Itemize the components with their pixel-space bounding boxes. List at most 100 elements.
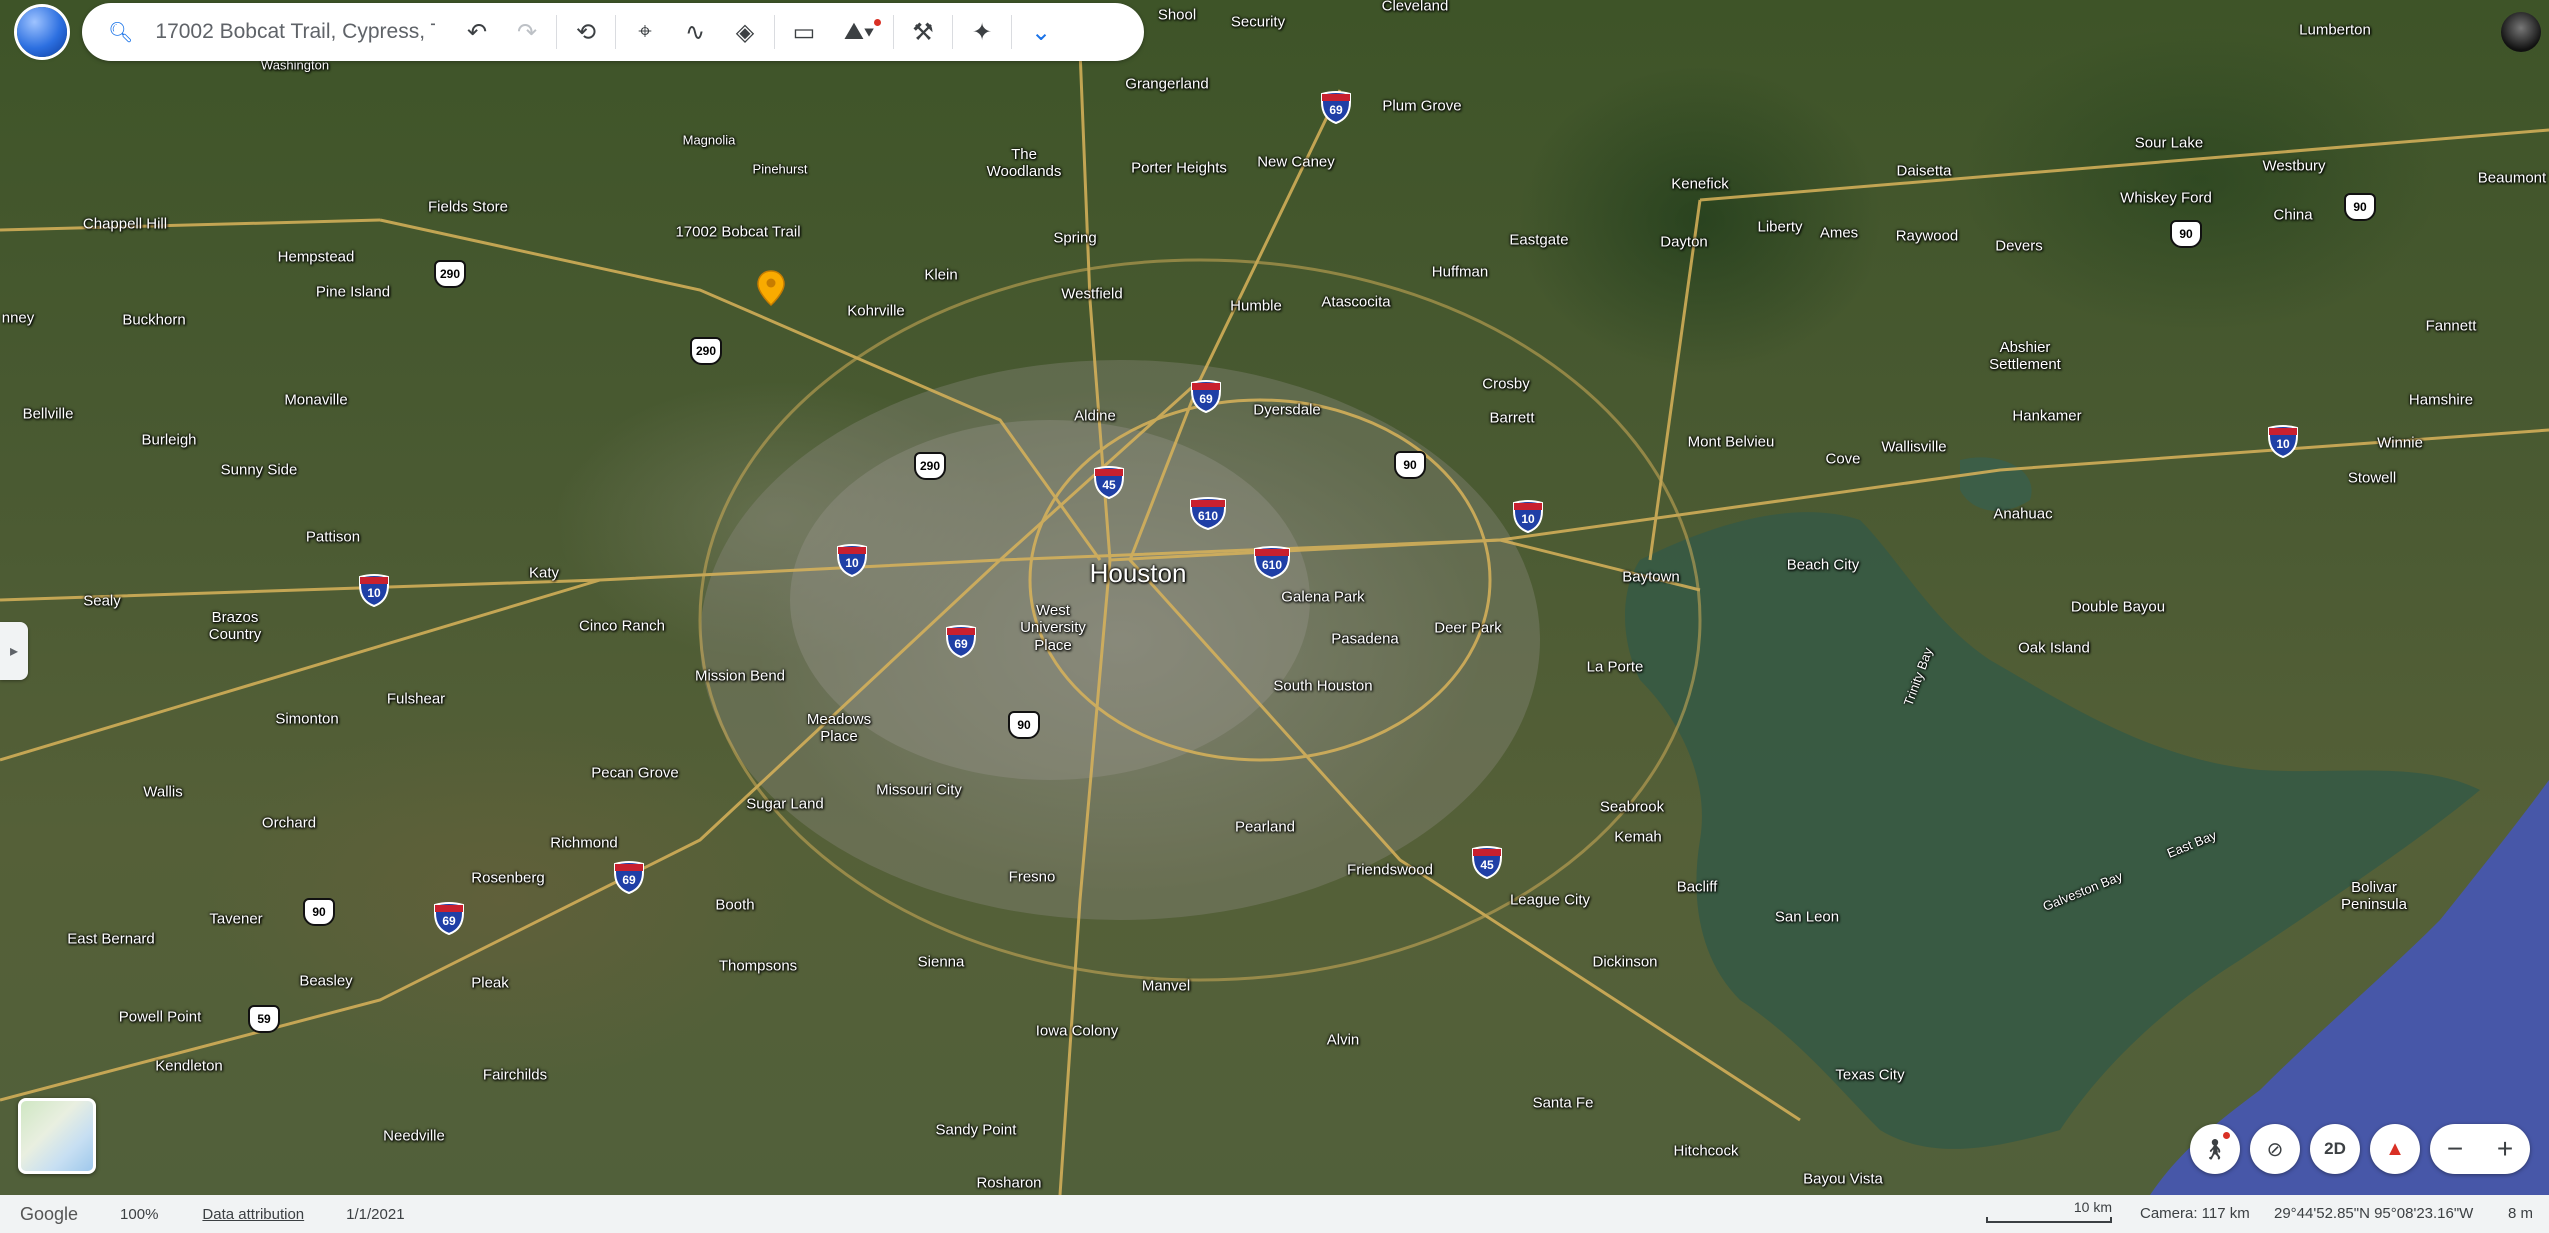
undo-button[interactable]: ↶ xyxy=(452,7,502,57)
cursor-coordinates: 29°44'52.85"N 95°08'23.16"W xyxy=(2274,1205,2474,1222)
gemini-button[interactable]: ✦ xyxy=(957,7,1007,57)
place-label: Pecan Grove xyxy=(591,764,679,782)
place-label: Needville xyxy=(383,1127,445,1145)
search-icon[interactable]: 🔍︎ xyxy=(108,20,133,45)
place-label: Kohrville xyxy=(847,302,905,320)
place-label: Beasley xyxy=(299,972,353,990)
pin-label: 17002 Bobcat Trail xyxy=(675,223,801,241)
place-label: Aldine xyxy=(1074,407,1116,425)
us-route-shield: 59 xyxy=(248,1005,280,1033)
scale-label: 10 km xyxy=(2073,1199,2112,1215)
place-label: Pinehurst xyxy=(752,161,808,177)
place-label: Fulshear xyxy=(386,690,446,708)
place-label: New Caney xyxy=(1257,153,1335,171)
place-label: China xyxy=(2273,206,2313,224)
satellite-map[interactable]: Shool Security Cleveland Lumberton Washi… xyxy=(0,0,2549,1195)
place-label: Texas City xyxy=(1835,1066,1905,1084)
add-placemark-button[interactable]: ⌖ xyxy=(620,7,670,57)
place-label: Hankamer xyxy=(2012,407,2082,425)
pegman-icon: 🚶︎ xyxy=(2202,1138,2228,1161)
side-panel-toggle[interactable]: ▸ xyxy=(0,622,28,680)
google-logo: Google xyxy=(20,1203,79,1224)
zoom-controls: − + xyxy=(2430,1124,2530,1174)
toggle-2d-button[interactable]: 2D xyxy=(2310,1124,2360,1174)
place-label: West University Place xyxy=(1020,602,1086,654)
place-label: Buckhorn xyxy=(122,311,186,329)
us-route-shield: 90 xyxy=(303,898,335,926)
us-route-shield: 290 xyxy=(690,337,722,365)
account-avatar[interactable] xyxy=(2501,12,2541,52)
place-label: Hempstead xyxy=(277,248,355,266)
placemark-icon: ⌖ xyxy=(638,18,652,45)
map-style-thumbnail[interactable] xyxy=(18,1098,96,1174)
place-label: Cleveland xyxy=(1381,0,1449,15)
place-label: Pine Island xyxy=(315,283,391,301)
zoom-out-button[interactable]: − xyxy=(2447,1133,2463,1165)
place-label: Bayou Vista xyxy=(1803,1170,1883,1188)
compass-button[interactable]: ▲ xyxy=(2370,1124,2420,1174)
toolbar-divider xyxy=(556,15,557,49)
data-attribution-link[interactable]: Data attribution xyxy=(202,1206,304,1223)
place-label: Brazos Country xyxy=(208,608,262,643)
toolbar-divider xyxy=(774,15,775,49)
zoom-in-button[interactable]: + xyxy=(2497,1133,2513,1165)
place-label: Tavener xyxy=(209,910,263,928)
place-label: Deer Park xyxy=(1434,619,1502,637)
history-icon: ⟲ xyxy=(575,18,597,46)
place-label: Anahuac xyxy=(1993,505,2053,523)
add-path-button[interactable]: ∿ xyxy=(670,7,720,57)
tools-button[interactable]: ⚒ xyxy=(898,7,948,57)
history-button[interactable]: ⟲ xyxy=(561,7,611,57)
interstate-shield: 69 xyxy=(944,624,978,658)
toolbar-divider xyxy=(893,15,894,49)
map-style-button[interactable]: ⛰▾ xyxy=(829,7,889,57)
place-label: Kenefick xyxy=(1671,175,1729,193)
place-label: Spring xyxy=(1053,229,1097,247)
place-label: League City xyxy=(1509,891,1591,909)
place-label: Atascocita xyxy=(1321,293,1391,311)
place-label: Sealy xyxy=(83,592,121,610)
place-label: East Bernard xyxy=(67,930,155,948)
place-label: Liberty xyxy=(1757,218,1803,236)
tilt-off-icon: ⊘ xyxy=(2266,1138,2284,1161)
chevron-right-icon: ▸ xyxy=(9,643,19,660)
notification-dot xyxy=(2223,1132,2230,1139)
place-label: Kendleton xyxy=(155,1057,223,1075)
expand-toolbar-button[interactable]: ⌄ xyxy=(1016,7,1066,57)
measure-button[interactable]: ▭ xyxy=(779,7,829,57)
place-label: Sienna xyxy=(917,953,965,971)
search-box[interactable]: 🔍︎ xyxy=(82,3,452,61)
us-route-shield: 90 xyxy=(1394,451,1426,479)
place-label: Ames xyxy=(1819,224,1859,242)
place-label: Cove xyxy=(1825,450,1861,468)
place-label: Pleak xyxy=(471,974,509,992)
layers-button[interactable]: ◈ xyxy=(720,7,770,57)
us-route-shield: 290 xyxy=(914,452,946,480)
tilt-button[interactable]: ⊘ xyxy=(2250,1124,2300,1174)
place-label: Fannett xyxy=(2425,317,2477,335)
mapstyle-icon: ⛰▾ xyxy=(843,18,875,45)
place-label: Mont Belvieu xyxy=(1687,433,1775,451)
place-label: Rosenberg xyxy=(471,869,545,887)
place-label: Pearland xyxy=(1234,818,1296,836)
place-label: Galena Park xyxy=(1281,588,1365,606)
place-label: Magnolia xyxy=(682,132,736,148)
place-label: Dickinson xyxy=(1592,953,1658,971)
redo-button[interactable]: ↷ xyxy=(502,7,552,57)
interstate-shield: 10 xyxy=(835,543,869,577)
place-label: Bolivar Peninsula xyxy=(2341,878,2407,913)
earth-logo-icon[interactable] xyxy=(17,7,67,57)
status-bar: Google 100% Data attribution 1/1/2021 10… xyxy=(0,1195,2549,1233)
street-view-button[interactable]: 🚶︎ xyxy=(2190,1124,2240,1174)
place-label: Missouri City xyxy=(876,781,962,799)
place-label-major: Houston xyxy=(1089,558,1187,589)
compass-icon: ▲ xyxy=(2385,1137,2405,1160)
imagery-date: 1/1/2021 xyxy=(346,1205,405,1223)
interstate-shield: 45 xyxy=(1092,465,1126,499)
place-label: Wallis xyxy=(143,783,183,801)
place-label: Beach City xyxy=(1786,556,1860,574)
notification-dot xyxy=(874,19,881,26)
place-label: The Woodlands xyxy=(986,145,1062,180)
place-label: Friendswood xyxy=(1347,861,1433,879)
search-input[interactable] xyxy=(153,19,438,45)
